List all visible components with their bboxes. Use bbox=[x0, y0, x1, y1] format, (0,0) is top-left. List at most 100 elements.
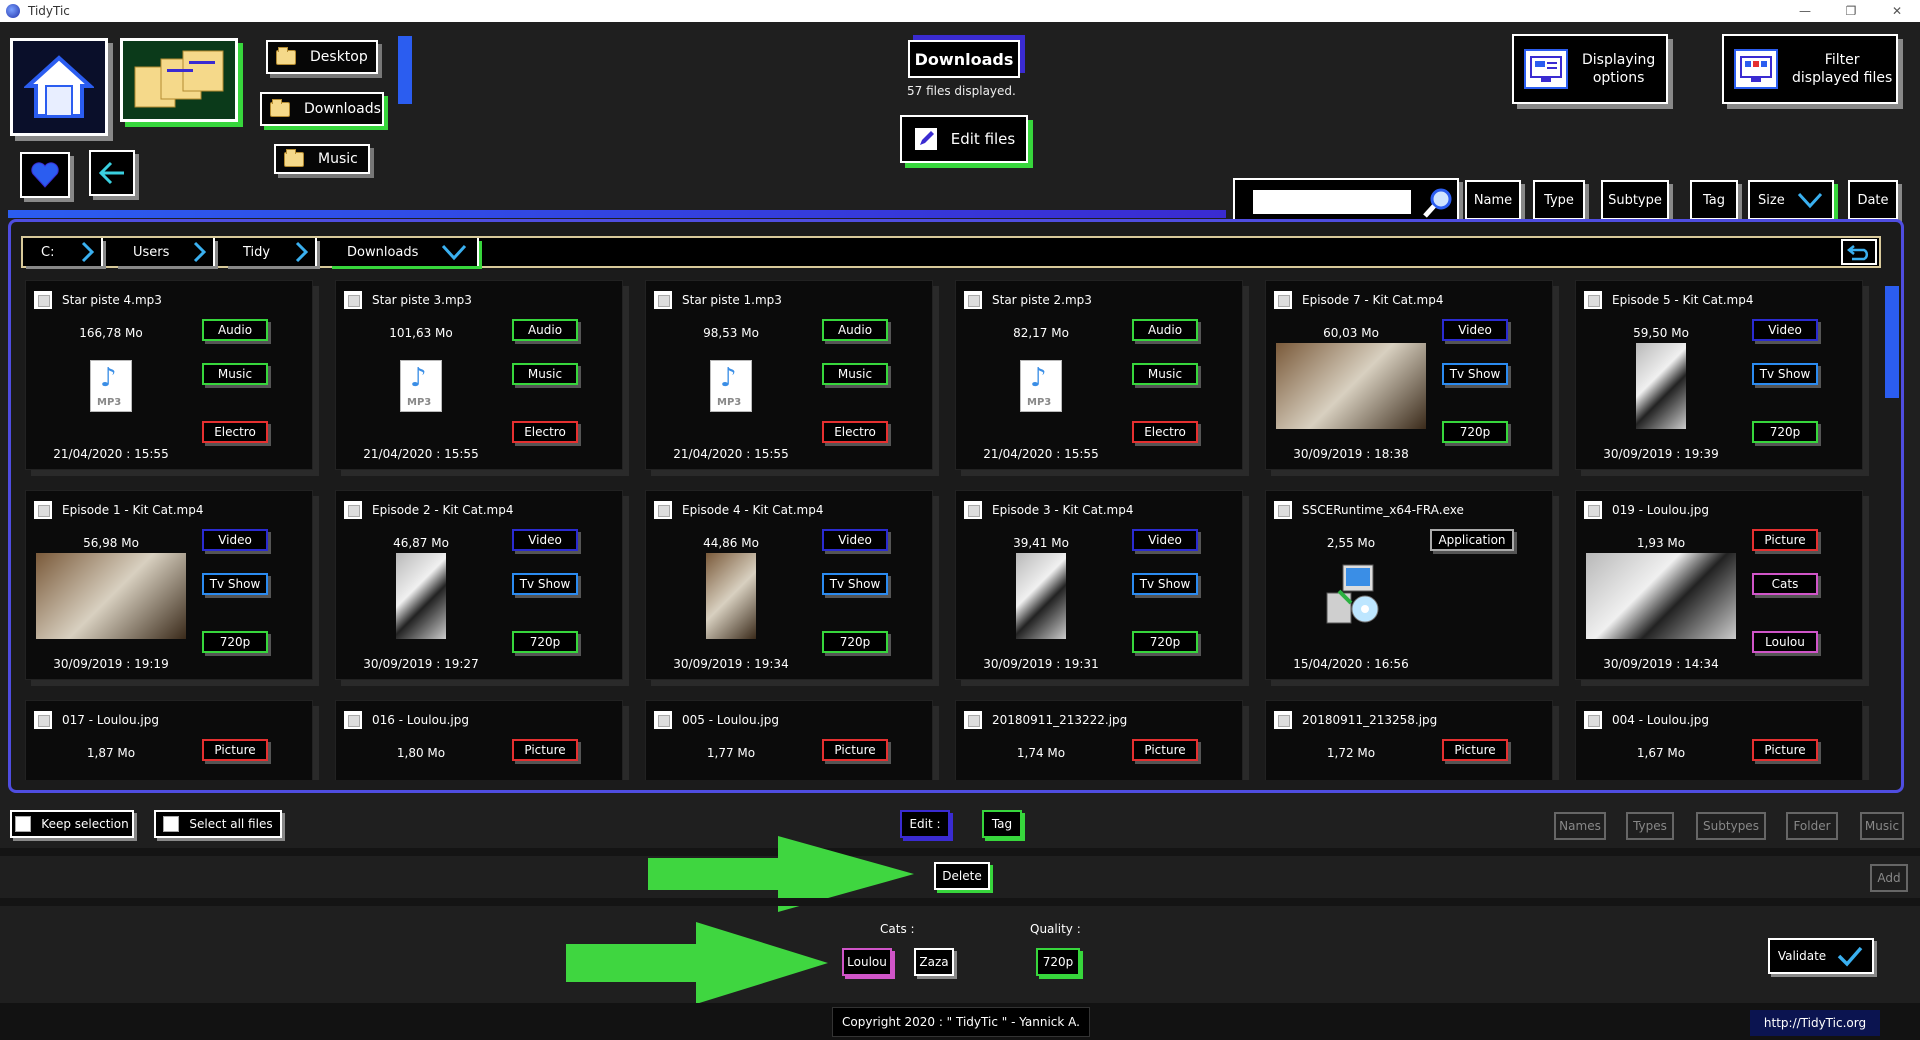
file-select-checkbox[interactable] bbox=[654, 291, 672, 309]
edit-music-button[interactable]: Music bbox=[1860, 812, 1904, 840]
file-tag[interactable]: Music bbox=[822, 363, 888, 385]
file-select-checkbox[interactable] bbox=[1274, 291, 1292, 309]
file-card[interactable]: Star piste 3.mp3 101,63 Mo 21/04/2020 : 15… bbox=[335, 280, 623, 470]
quick-folder-desktop[interactable]: Desktop bbox=[266, 40, 378, 74]
files-view-button[interactable] bbox=[120, 38, 238, 122]
file-tag[interactable]: 720p bbox=[1132, 631, 1198, 653]
file-select-checkbox[interactable] bbox=[1274, 501, 1292, 519]
validate-button[interactable]: Validate bbox=[1768, 938, 1874, 974]
sort-by-name[interactable]: Name bbox=[1465, 180, 1521, 220]
sort-by-size[interactable]: Size bbox=[1748, 180, 1834, 220]
file-tag[interactable]: Picture bbox=[822, 739, 888, 761]
file-tag[interactable]: 720p bbox=[202, 631, 268, 653]
edit-types-button[interactable]: Types bbox=[1626, 812, 1674, 840]
breadcrumb-c[interactable]: C: bbox=[23, 238, 103, 266]
file-tag[interactable]: Electro bbox=[202, 421, 268, 443]
keep-selection-button[interactable]: Keep selection bbox=[10, 810, 134, 838]
file-tag[interactable]: Video bbox=[1442, 319, 1508, 341]
file-tag[interactable]: 720p bbox=[512, 631, 578, 653]
file-tag[interactable]: 720p bbox=[822, 631, 888, 653]
file-tag[interactable]: Audio bbox=[202, 319, 268, 341]
file-select-checkbox[interactable] bbox=[344, 501, 362, 519]
edit-files-button[interactable]: Edit files bbox=[900, 115, 1028, 163]
sort-by-date[interactable]: Date bbox=[1848, 180, 1898, 220]
quick-folders-scrollbar[interactable] bbox=[398, 36, 412, 104]
file-tag[interactable]: Tv Show bbox=[1752, 363, 1818, 385]
tag-option-loulou[interactable]: Loulou bbox=[842, 948, 892, 976]
file-card[interactable]: 20180911_213222.jpg 1,74 Mo Picture bbox=[955, 700, 1243, 780]
file-tag[interactable]: Electro bbox=[512, 421, 578, 443]
file-tag[interactable]: Picture bbox=[202, 739, 268, 761]
file-tag[interactable]: Music bbox=[512, 363, 578, 385]
file-card[interactable]: 019 - Loulou.jpg 1,93 Mo 30/09/2019 : 14:3… bbox=[1575, 490, 1863, 680]
file-select-checkbox[interactable] bbox=[1584, 501, 1602, 519]
breadcrumb-users[interactable]: Users bbox=[115, 238, 215, 266]
file-card[interactable]: Star piste 2.mp3 82,17 Mo 21/04/2020 : 15:… bbox=[955, 280, 1243, 470]
quick-folder-downloads[interactable]: Downloads bbox=[260, 92, 384, 126]
add-button[interactable]: Add bbox=[1870, 864, 1908, 892]
restore-button[interactable]: ❐ bbox=[1828, 0, 1874, 22]
file-card[interactable]: 20180911_213258.jpg 1,72 Mo Picture bbox=[1265, 700, 1553, 780]
search-icon[interactable] bbox=[1421, 186, 1455, 220]
file-card[interactable]: 016 - Loulou.jpg 1,80 Mo Picture bbox=[335, 700, 623, 780]
edit-mode-button[interactable]: Edit : bbox=[900, 810, 950, 838]
file-card[interactable]: Episode 5 - Kit Cat.mp4 59,50 Mo 30/09/201… bbox=[1575, 280, 1863, 470]
file-card[interactable]: Star piste 1.mp3 98,53 Mo 21/04/2020 : 15:… bbox=[645, 280, 933, 470]
filter-files-button[interactable]: Filter displayed files bbox=[1722, 34, 1898, 104]
file-card[interactable]: Episode 4 - Kit Cat.mp4 44,86 Mo 30/09/201… bbox=[645, 490, 933, 680]
file-tag[interactable]: Electro bbox=[1132, 421, 1198, 443]
file-select-checkbox[interactable] bbox=[344, 711, 362, 729]
file-card[interactable]: Episode 7 - Kit Cat.mp4 60,03 Mo 30/09/201… bbox=[1265, 280, 1553, 470]
file-tag[interactable]: Picture bbox=[1442, 739, 1508, 761]
file-select-checkbox[interactable] bbox=[654, 711, 672, 729]
file-tag[interactable]: Music bbox=[202, 363, 268, 385]
sort-by-tag[interactable]: Tag bbox=[1690, 180, 1738, 220]
file-select-checkbox[interactable] bbox=[1274, 711, 1292, 729]
file-tag[interactable]: Audio bbox=[822, 319, 888, 341]
back-button[interactable] bbox=[89, 150, 135, 196]
tag-option-zaza[interactable]: Zaza bbox=[914, 948, 954, 976]
file-tag[interactable]: Tv Show bbox=[202, 573, 268, 595]
file-card[interactable]: Episode 2 - Kit Cat.mp4 46,87 Mo 30/09/201… bbox=[335, 490, 623, 680]
quick-folder-music[interactable]: Music bbox=[274, 144, 370, 174]
favorites-button[interactable] bbox=[20, 152, 70, 198]
tag-option-720p[interactable]: 720p bbox=[1036, 948, 1080, 976]
displaying-options-button[interactable]: Displaying options bbox=[1512, 34, 1668, 104]
sort-by-subtype[interactable]: Subtype bbox=[1601, 180, 1669, 220]
file-tag[interactable]: Application bbox=[1430, 529, 1514, 551]
search-input[interactable] bbox=[1253, 190, 1411, 214]
file-select-checkbox[interactable] bbox=[1584, 291, 1602, 309]
file-tag[interactable]: Video bbox=[822, 529, 888, 551]
file-tag[interactable]: Picture bbox=[1132, 739, 1198, 761]
file-tag[interactable]: Tv Show bbox=[1442, 363, 1508, 385]
file-tag[interactable]: Music bbox=[1132, 363, 1198, 385]
file-select-checkbox[interactable] bbox=[964, 291, 982, 309]
edit-subtypes-button[interactable]: Subtypes bbox=[1696, 812, 1766, 840]
file-card[interactable]: Episode 3 - Kit Cat.mp4 39,41 Mo 30/09/201… bbox=[955, 490, 1243, 680]
undo-button[interactable] bbox=[1841, 239, 1877, 265]
file-tag[interactable]: Video bbox=[202, 529, 268, 551]
file-tag[interactable]: Audio bbox=[512, 319, 578, 341]
file-select-checkbox[interactable] bbox=[1584, 711, 1602, 729]
file-tag[interactable]: Picture bbox=[1752, 529, 1818, 551]
file-select-checkbox[interactable] bbox=[654, 501, 672, 519]
sort-by-type[interactable]: Type bbox=[1533, 180, 1585, 220]
file-tag[interactable]: Picture bbox=[1752, 739, 1818, 761]
file-card[interactable]: SSCERuntime_x64-FRA.exe 2,55 Mo 15/04/2020… bbox=[1265, 490, 1553, 680]
file-tag[interactable]: Video bbox=[512, 529, 578, 551]
close-button[interactable]: ✕ bbox=[1874, 0, 1920, 22]
edit-folder-button[interactable]: Folder bbox=[1786, 812, 1838, 840]
home-button[interactable] bbox=[10, 38, 108, 136]
minimize-button[interactable]: — bbox=[1782, 0, 1828, 22]
file-tag[interactable]: 720p bbox=[1442, 421, 1508, 443]
file-tag[interactable]: Tv Show bbox=[1132, 573, 1198, 595]
file-tag[interactable]: Audio bbox=[1132, 319, 1198, 341]
file-card[interactable]: 004 - Loulou.jpg 1,67 Mo Picture bbox=[1575, 700, 1863, 780]
file-select-checkbox[interactable] bbox=[34, 711, 52, 729]
file-card[interactable]: Star piste 4.mp3 166,78 Mo 21/04/2020 : 15… bbox=[25, 280, 313, 470]
file-tag[interactable]: Video bbox=[1132, 529, 1198, 551]
file-tag[interactable]: Cats bbox=[1752, 573, 1818, 595]
select-all-button[interactable]: Select all files bbox=[154, 810, 282, 838]
file-tag[interactable]: 720p bbox=[1752, 421, 1818, 443]
file-tag[interactable]: Loulou bbox=[1752, 631, 1818, 653]
